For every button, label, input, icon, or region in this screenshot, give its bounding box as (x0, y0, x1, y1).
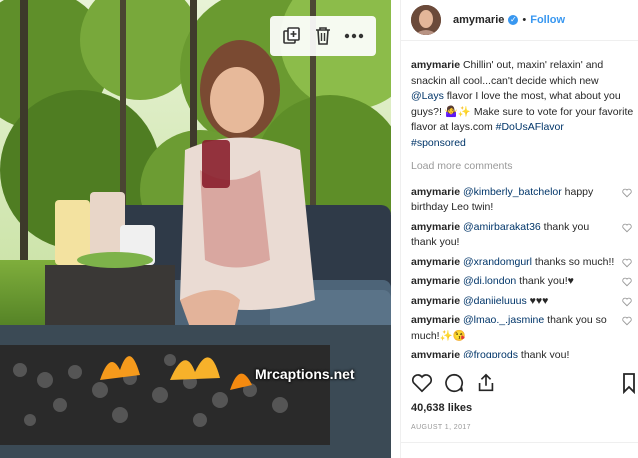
comment-username[interactable]: amymarie (411, 221, 460, 233)
heart-icon[interactable] (622, 277, 632, 287)
list-item: amymarie @amirbarakat36 thank you thank … (411, 220, 634, 251)
post-photo[interactable]: Mrcaptions.net (0, 0, 391, 458)
list-item: amymarie @frogprods thank you! (411, 348, 634, 358)
comment-username[interactable]: amymarie (411, 186, 460, 198)
copy-icon[interactable] (279, 23, 305, 49)
post-header: amymarie ✓ • Follow (401, 0, 638, 41)
comment-mention[interactable]: @xrandomgurl (463, 256, 532, 268)
comment-mention[interactable]: @frogprods (463, 349, 518, 358)
heart-icon[interactable] (622, 258, 632, 268)
comment-text: thank you! (518, 349, 570, 358)
comment-username[interactable]: amymarie (411, 295, 460, 307)
comment-mention[interactable]: @di.london (463, 275, 516, 287)
photo-image (0, 0, 391, 458)
comment-username[interactable]: amymarie (411, 256, 460, 268)
action-bar (411, 370, 638, 396)
comment-text: thank you!♥ (516, 275, 574, 287)
heart-icon[interactable] (622, 223, 632, 233)
comment-mention[interactable]: @daniieluuus (463, 295, 527, 307)
share-icon[interactable] (475, 372, 497, 394)
caption-mention[interactable]: @Lays (411, 90, 444, 102)
heart-icon[interactable] (411, 372, 433, 394)
watermark: Mrcaptions.net (255, 366, 355, 382)
caption-hashtag-sponsored[interactable]: #sponsored (411, 137, 466, 149)
list-item: amymarie @lmao._.jasmine thank you so mu… (411, 313, 634, 344)
avatar[interactable] (411, 5, 441, 35)
comment-username[interactable]: amymarie (411, 314, 460, 326)
more-icon[interactable] (341, 23, 367, 49)
divider (401, 442, 638, 443)
comment-username[interactable]: amymarie (411, 349, 460, 358)
bookmark-icon[interactable] (622, 372, 636, 394)
photo-toolbar (270, 16, 376, 56)
post-date[interactable]: AUGUST 1, 2017 (411, 424, 471, 431)
comment-text: thanks so much!! (532, 255, 615, 268)
follow-button[interactable]: Follow (530, 14, 565, 26)
load-more-comments[interactable]: Load more comments (411, 159, 634, 175)
header-username[interactable]: amymarie (453, 14, 504, 26)
comment-mention[interactable]: @kimberly_batchelor (463, 186, 562, 198)
list-item: amymarie @di.london thank you!♥ (411, 274, 634, 290)
comment-icon[interactable] (443, 372, 465, 394)
list-item: amymarie @daniieluuus ♥♥♥ (411, 294, 634, 310)
comment-mention[interactable]: @lmao._.jasmine (463, 314, 544, 326)
comment-text: ♥♥♥ (526, 294, 549, 307)
separator-dot: • (522, 14, 527, 26)
caption-hashtag[interactable]: #DoUsAFlavor (496, 121, 564, 133)
caption-username[interactable]: amymarie (411, 59, 460, 71)
list-item: amymarie @kimberly_batchelor happy birth… (411, 185, 634, 216)
likes-count[interactable]: 40,638 likes (411, 402, 472, 414)
comment-username[interactable]: amymarie (411, 275, 460, 287)
comment-mention[interactable]: @amirbarakat36 (463, 221, 541, 233)
heart-icon[interactable] (622, 297, 632, 307)
trash-icon[interactable] (310, 23, 336, 49)
comments-list[interactable]: amymarie Chillin' out, maxin' relaxin' a… (411, 58, 634, 358)
post-panel: amymarie ✓ • Follow amymarie Chillin' ou… (400, 0, 638, 458)
heart-icon[interactable] (622, 188, 632, 198)
list-item: amymarie @xrandomgurl thanks so much!! (411, 255, 634, 271)
verified-badge-icon: ✓ (508, 15, 519, 25)
heart-icon[interactable] (622, 316, 632, 326)
post-caption: amymarie Chillin' out, maxin' relaxin' a… (411, 58, 634, 151)
